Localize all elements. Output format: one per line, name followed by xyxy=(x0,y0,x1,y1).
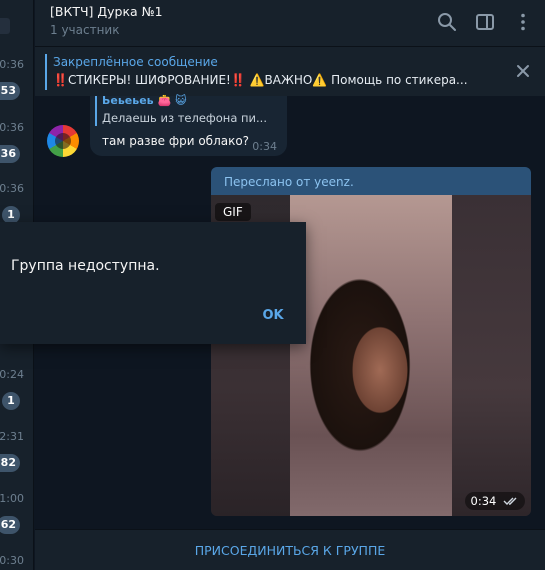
unread-badge: 282 xyxy=(0,454,20,472)
chat-list-time: 2:31 xyxy=(0,430,24,443)
chat-list-search-edge[interactable] xyxy=(0,18,10,34)
forwarded-label[interactable]: Переслано от yeenz. xyxy=(224,175,354,189)
sidebar-toggle-icon[interactable] xyxy=(473,10,497,34)
bottom-bar: ПРИСОЕДИНИТЬСЯ К ГРУППЕ xyxy=(35,529,545,570)
alert-dialog: Группа недоступна. OK xyxy=(0,222,306,344)
avatar[interactable] xyxy=(47,125,79,157)
gif-image[interactable] xyxy=(290,195,452,516)
forwarded-header[interactable]: Переслано от yeenz. xyxy=(211,167,531,195)
unread-badge: 62 xyxy=(0,516,20,534)
chat-header: [ВКТЧ] Дурка №1 1 участник xyxy=(35,0,545,46)
chat-list-time: 1:00 xyxy=(0,492,24,505)
double-check-icon xyxy=(503,493,519,511)
reply-text[interactable]: Делаешь из телефона пи... xyxy=(102,111,267,125)
pinned-label: Закреплённое сообщение xyxy=(53,55,218,69)
message-time: 0:34 xyxy=(252,140,277,153)
reply-author[interactable]: Ьеьеьеь 👛 😺 xyxy=(102,94,186,107)
message-time-badge: 0:34 xyxy=(464,492,525,511)
pinned-text: ‼️СТИКЕРЫ! ШИФРОВАНИЕ!‼️ ⚠️ВАЖНО⚠️ Помощ… xyxy=(53,73,468,87)
message-bubble[interactable]: Ьеьеьеь 👛 😺 Делаешь из телефона пи... та… xyxy=(90,94,287,156)
close-icon[interactable] xyxy=(515,63,531,79)
chat-list-time: 0:24 xyxy=(0,368,24,381)
unread-badge: 1 xyxy=(2,392,20,410)
pinned-accent-line xyxy=(45,54,47,90)
chat-list-time: 0:36 xyxy=(0,58,24,71)
chat-member-count[interactable]: 1 участник xyxy=(50,23,119,37)
unread-badge: 736 xyxy=(0,145,20,163)
unread-badge: 853 xyxy=(0,82,20,100)
message-text: там разве фри облако? xyxy=(102,134,250,148)
search-icon[interactable] xyxy=(435,10,459,34)
join-group-button[interactable]: ПРИСОЕДИНИТЬСЯ К ГРУППЕ xyxy=(35,530,545,570)
dialog-message: Группа недоступна. xyxy=(11,258,160,274)
chat-title[interactable]: [ВКТЧ] Дурка №1 xyxy=(50,4,163,19)
pinned-message-bar[interactable]: Закреплённое сообщение ‼️СТИКЕРЫ! ШИФРОВ… xyxy=(35,46,545,96)
ok-button[interactable]: OK xyxy=(255,304,291,328)
chat-list-time: 0:36 xyxy=(0,121,24,134)
more-vert-icon[interactable] xyxy=(511,10,535,34)
gif-blur-right xyxy=(452,195,531,516)
chat-list-time: 0:30 xyxy=(0,554,24,567)
reply-accent-line xyxy=(95,96,97,126)
gif-badge: GIF xyxy=(215,203,251,221)
message-time: 0:34 xyxy=(470,494,497,508)
chat-list-time: 0:36 xyxy=(0,182,24,195)
